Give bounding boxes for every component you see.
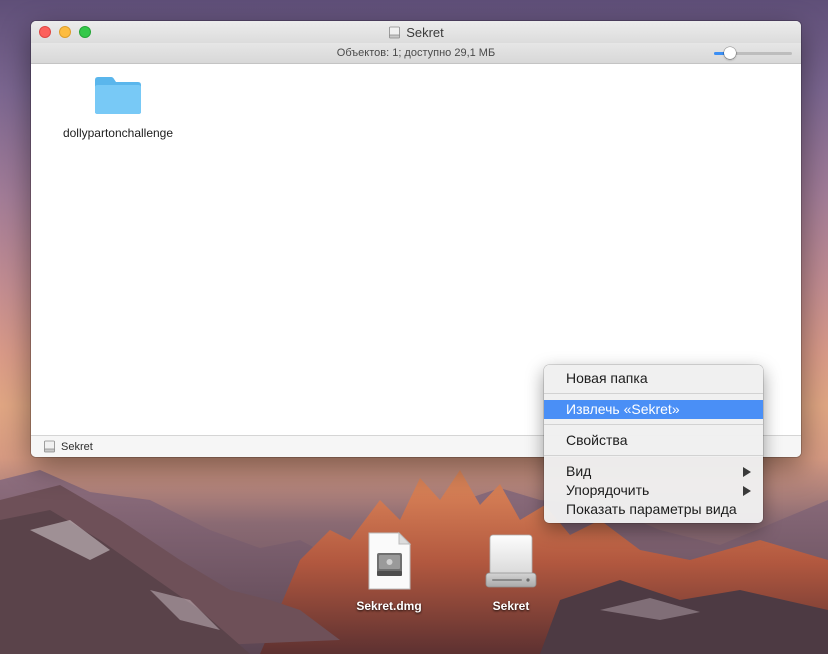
menu-separator xyxy=(544,455,763,456)
dmg-file-icon xyxy=(368,531,412,590)
folder-item-dollypartonchallenge[interactable]: dollypartonchallenge xyxy=(53,74,183,140)
menu-item-new-folder[interactable]: Новая папка xyxy=(544,369,763,388)
menu-separator xyxy=(544,424,763,425)
folder-icon xyxy=(95,77,141,114)
disk-icon xyxy=(389,26,401,38)
desktop-icon-sekret-disk[interactable]: Sekret xyxy=(466,531,556,613)
window-titlebar[interactable]: Sekret xyxy=(31,21,801,43)
minimize-window-button[interactable] xyxy=(59,26,71,38)
submenu-arrow-icon xyxy=(743,486,751,496)
desktop-icon-label: Sekret xyxy=(492,599,530,613)
icon-size-slider-knob[interactable] xyxy=(723,47,736,59)
submenu-arrow-icon xyxy=(743,467,751,477)
desktop: Sekret Объектов: 1; доступно 29,1 МБ dol… xyxy=(0,0,828,654)
disk-icon xyxy=(44,440,55,453)
menu-separator xyxy=(544,393,763,394)
context-menu: Новая папка Извлечь «Sekret» Свойства Ви… xyxy=(544,365,763,523)
menu-item-sort-by[interactable]: Упорядочить xyxy=(544,481,763,500)
status-bar: Объектов: 1; доступно 29,1 МБ xyxy=(31,43,801,64)
desktop-icon-sekret-dmg[interactable]: Sekret.dmg xyxy=(344,531,434,613)
menu-item-show-view-options[interactable]: Показать параметры вида xyxy=(544,500,763,519)
window-title: Sekret xyxy=(406,24,444,40)
zoom-window-button[interactable] xyxy=(79,26,91,38)
folder-label: dollypartonchallenge xyxy=(62,126,174,140)
menu-item-eject[interactable]: Извлечь «Sekret» xyxy=(544,400,763,419)
menu-item-get-info[interactable]: Свойства xyxy=(544,431,763,450)
external-disk-icon xyxy=(485,534,537,588)
path-bar-label[interactable]: Sekret xyxy=(61,441,93,453)
menu-item-view[interactable]: Вид xyxy=(544,462,763,481)
status-text: Объектов: 1; доступно 29,1 МБ xyxy=(336,47,496,59)
desktop-icon-label: Sekret.dmg xyxy=(356,599,422,613)
icon-size-slider[interactable] xyxy=(714,47,792,59)
close-window-button[interactable] xyxy=(39,26,51,38)
